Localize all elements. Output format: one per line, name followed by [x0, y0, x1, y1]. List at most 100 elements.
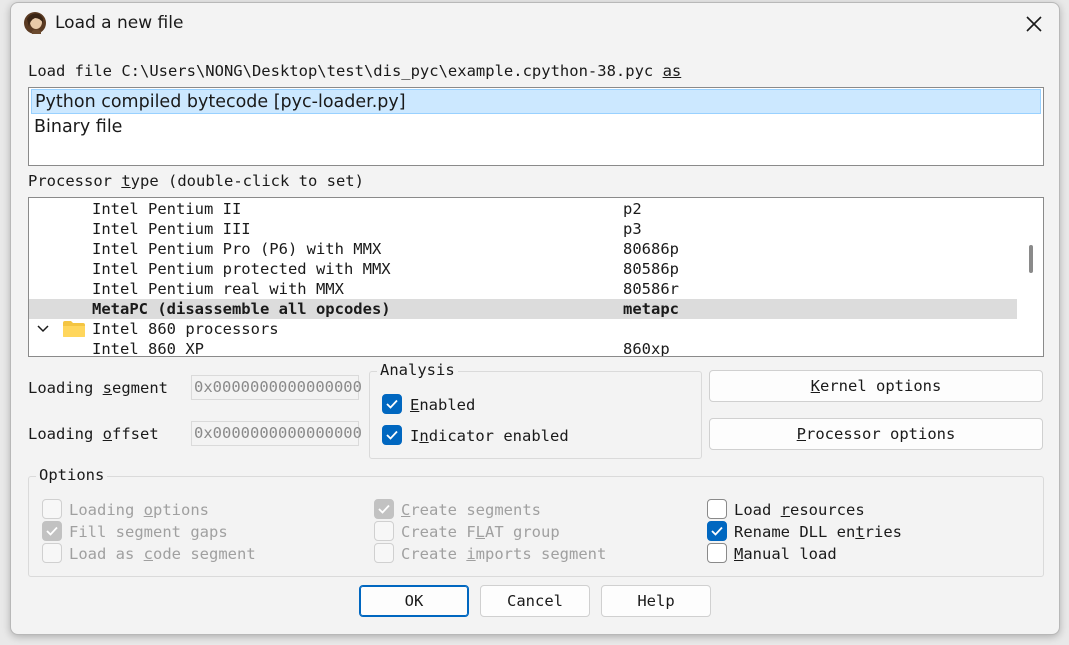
label-part: Rename DLL en: [734, 523, 856, 541]
manual-load-checkbox[interactable]: [707, 543, 727, 563]
fill-segment-gaps-checkbox[interactable]: [42, 521, 62, 541]
label-part: ptions: [153, 501, 209, 519]
label-part: Create: [401, 545, 467, 563]
label-part: I: [410, 427, 420, 445]
label-accel: s: [102, 379, 112, 397]
processor-row[interactable]: Intel Pentium Pro (P6) with MMX 80686p: [29, 239, 1017, 259]
help-button[interactable]: Help: [601, 585, 711, 617]
load-as-code-segment-checkbox[interactable]: [42, 543, 62, 563]
create-flat-group-checkbox[interactable]: [374, 521, 394, 541]
load-resources-label[interactable]: Load resources: [734, 501, 865, 519]
label-accel: r: [780, 501, 791, 519]
load-file-as: as: [662, 62, 682, 80]
indicator-enabled-label[interactable]: Indicator enabled: [410, 427, 569, 445]
checkmark-icon: [386, 430, 398, 440]
processor-code: p3: [623, 220, 642, 238]
processor-code: metapc: [623, 300, 679, 318]
label-accel: i: [466, 545, 476, 563]
label-part: ries: [864, 523, 902, 541]
create-imports-segment-label[interactable]: Create imports segment: [401, 545, 606, 563]
dialog-title: Load a new file: [55, 13, 184, 33]
processor-group-row[interactable]: Intel 860 processors: [29, 319, 1017, 339]
processor-code: 860xp: [623, 340, 670, 357]
create-segments-checkbox[interactable]: [374, 499, 394, 519]
processor-row[interactable]: Intel Pentium II p2: [29, 199, 1017, 219]
ok-button[interactable]: OK: [359, 585, 469, 617]
label-part: reate segments: [410, 501, 541, 519]
checkmark-icon: [386, 399, 398, 409]
label-part: egment: [112, 379, 168, 397]
label-accel: n: [419, 427, 429, 445]
analysis-group-title: Analysis: [377, 361, 458, 379]
checkmark-icon: [378, 504, 390, 514]
rename-dll-entries-checkbox[interactable]: [707, 521, 727, 541]
label-accel: L: [475, 523, 485, 541]
processor-name: Intel Pentium protected with MMX: [92, 260, 391, 278]
scrollbar-thumb[interactable]: [1029, 245, 1033, 273]
cancel-button[interactable]: Cancel: [480, 585, 590, 617]
processor-row-selected[interactable]: MetaPC (disassemble all opcodes) metapc: [29, 299, 1017, 319]
title-bar: Load a new file: [11, 3, 1059, 45]
loading-options-label[interactable]: Loading options: [69, 501, 209, 519]
label-accel: M: [734, 545, 744, 563]
close-button[interactable]: [1017, 7, 1051, 41]
loader-listbox[interactable]: Python compiled bytecode [pyc-loader.py]…: [28, 87, 1044, 166]
processor-code: 80586r: [623, 280, 679, 298]
label-part: Loading: [28, 379, 103, 397]
label-part: ode segment: [153, 545, 256, 563]
processor-code: 80586p: [623, 260, 679, 278]
processor-list[interactable]: Intel Pentium II p2 Intel Pentium III p3…: [28, 197, 1044, 357]
loader-item[interactable]: Binary file: [31, 115, 1041, 140]
processor-row[interactable]: Intel Pentium III p3: [29, 219, 1017, 239]
enabled-checkbox[interactable]: [382, 394, 402, 414]
loading-options-checkbox[interactable]: [42, 499, 62, 519]
create-flat-group-label[interactable]: Create FLAT group: [401, 523, 560, 541]
processor-row[interactable]: Intel Pentium protected with MMX 80586p: [29, 259, 1017, 279]
label-part: Loading: [69, 501, 144, 519]
label-part: rocessor options: [806, 425, 956, 443]
label-accel: o: [143, 501, 153, 519]
fill-segment-gaps-label[interactable]: Fill segment gaps: [69, 523, 228, 541]
load-resources-checkbox[interactable]: [707, 499, 727, 519]
label-accel: K: [810, 377, 820, 395]
processor-group-name: Intel 860 processors: [92, 320, 279, 338]
processor-label-part: ype (double-click to set): [130, 172, 364, 190]
label-part: anual load: [743, 545, 837, 563]
load-file-path: Load file C:\Users\NONG\Desktop\test\dis…: [28, 62, 663, 80]
enabled-label[interactable]: Enabled: [410, 396, 475, 414]
analysis-group: [369, 371, 702, 459]
label-part: ffset: [112, 425, 159, 443]
indicator-enabled-checkbox[interactable]: [382, 425, 402, 445]
create-imports-segment-checkbox[interactable]: [374, 543, 394, 563]
label-part: ernel options: [820, 377, 942, 395]
loader-item[interactable]: Python compiled bytecode [pyc-loader.py]: [31, 89, 1041, 114]
processor-code: p2: [623, 200, 642, 218]
processor-row[interactable]: Intel Pentium real with MMX 80586r: [29, 279, 1017, 299]
load-as-code-segment-label[interactable]: Load as code segment: [69, 545, 256, 563]
processor-code: 80686p: [623, 240, 679, 258]
processor-name: Intel Pentium II: [92, 200, 242, 218]
rename-dll-entries-label[interactable]: Rename DLL entries: [734, 523, 902, 541]
label-part: Load as: [69, 545, 144, 563]
processor-name: MetaPC (disassemble all opcodes): [92, 300, 391, 318]
label-part: aps: [199, 523, 228, 541]
processor-label-part: Processor: [28, 172, 122, 190]
loading-segment-field: 0x0000000000000000: [191, 375, 362, 400]
label-part: Create F: [401, 523, 476, 541]
processor-row[interactable]: Intel 860 XP 860xp: [29, 339, 1017, 357]
load-file-dialog: Load a new file Load file C:\Users\NONG\…: [10, 2, 1060, 635]
loading-offset-field: 0x0000000000000000: [191, 421, 362, 446]
processor-name: Intel Pentium Pro (P6) with MMX: [92, 240, 382, 258]
loading-segment-label: Loading segment: [28, 379, 168, 397]
chevron-down-icon[interactable]: [37, 324, 49, 334]
processor-options-button[interactable]: Processor options: [709, 418, 1043, 450]
label-part: nabled: [419, 396, 476, 414]
label-part: Fill segment: [69, 523, 191, 541]
create-segments-label[interactable]: Create segments: [401, 501, 541, 519]
manual-load-label[interactable]: Manual load: [734, 545, 837, 563]
label-accel: c: [143, 545, 153, 563]
label-part: Loading: [28, 425, 103, 443]
label-accel: E: [410, 396, 420, 414]
options-group-title: Options: [36, 466, 108, 484]
kernel-options-button[interactable]: Kernel options: [709, 370, 1043, 402]
